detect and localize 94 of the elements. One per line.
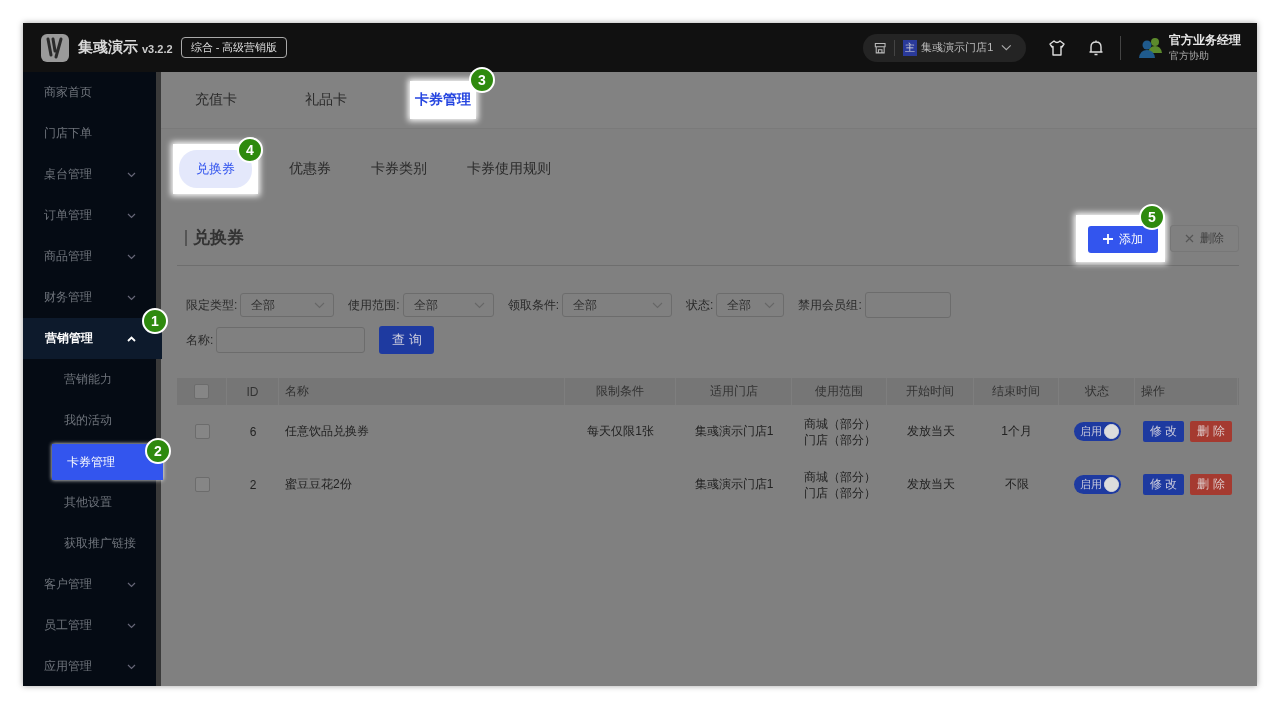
checkbox[interactable] <box>194 477 210 492</box>
status-toggle[interactable]: 启用 <box>1073 422 1121 441</box>
chevron-down-icon <box>127 622 136 629</box>
column-header: 结束时间 <box>974 378 1059 405</box>
user-name: 官方业务经理 <box>1169 32 1241 49</box>
edit-button[interactable]: 修 改 <box>1143 421 1185 442</box>
app-name: 集彧演示 <box>78 38 138 57</box>
step-badge: 4 <box>237 137 263 163</box>
table-cell: 6 <box>249 424 257 439</box>
chevron-up-icon <box>127 335 136 342</box>
table-cell: 1个月 <box>1001 423 1032 440</box>
sub-tab[interactable]: 卡券使用规则 <box>467 152 551 186</box>
sidebar-item[interactable]: 商家首页 <box>23 72 156 113</box>
search-button[interactable]: 查 询 <box>379 326 435 354</box>
sidebar-item[interactable]: 营销能力 <box>23 359 156 400</box>
sub-tab[interactable]: 优惠券 <box>289 152 331 186</box>
chevron-down-icon <box>127 663 136 670</box>
shirt-icon[interactable] <box>1048 38 1066 57</box>
column-header: 操作 <box>1135 378 1238 405</box>
column-header: 适用门店 <box>676 378 792 405</box>
sidebar-item[interactable]: 我的活动 <box>23 400 156 441</box>
column-header: ID <box>227 378 279 405</box>
edit-button[interactable]: 修 改 <box>1143 474 1185 495</box>
add-button[interactable]: 添加 <box>1088 225 1158 253</box>
status-toggle[interactable]: 启用 <box>1073 475 1121 494</box>
table-cell: 集彧演示门店1 <box>694 476 774 493</box>
users-icon <box>1139 36 1163 59</box>
table-cell: 门店（部分） <box>803 484 876 501</box>
table-cell: 集彧演示门店1 <box>694 423 774 440</box>
filter-label: 名称: <box>186 331 214 349</box>
table-cell: 不限 <box>1004 476 1029 493</box>
sidebar-item[interactable]: 应用管理 <box>23 646 156 686</box>
tab[interactable]: 充值卡 <box>190 81 242 119</box>
chevron-down-icon <box>127 581 136 588</box>
filter-label: 使用范围: <box>348 296 400 314</box>
column-header: 使用范围 <box>792 378 887 405</box>
chevron-down-icon <box>473 301 485 309</box>
filter-select[interactable]: 全部 <box>562 293 673 317</box>
sidebar-item[interactable]: 员工管理 <box>23 605 156 646</box>
logo-icon <box>40 32 70 63</box>
chevron-down-icon <box>764 301 776 309</box>
step-badge: 5 <box>1139 203 1165 230</box>
store-icon <box>874 40 887 55</box>
chevron-down-icon <box>127 294 136 301</box>
sub-tab[interactable]: 卡券类别 <box>371 152 427 186</box>
main-store-badge: 主 <box>903 39 918 56</box>
column-header: 状态 <box>1059 378 1135 405</box>
bell-icon[interactable] <box>1088 38 1104 57</box>
filter-label: 状态: <box>686 296 714 314</box>
delete-button[interactable]: 删 除 <box>1190 474 1232 495</box>
table-cell: 商城（部分） <box>803 468 876 485</box>
sidebar-item[interactable]: 客户管理 <box>23 564 156 605</box>
filter-label: 领取条件: <box>507 296 560 314</box>
sidebar-item[interactable]: 获取推广链接 <box>23 523 156 564</box>
chevron-down-icon <box>127 253 136 260</box>
filter-select[interactable]: 全部 <box>240 293 335 317</box>
table-cell: 发放当天 <box>906 476 955 493</box>
sidebar-item[interactable]: 桌台管理 <box>23 154 156 195</box>
user-role: 官方协助 <box>1169 49 1210 63</box>
sidebar-item[interactable]: 门店下单 <box>23 113 156 154</box>
plus-icon <box>1103 234 1113 244</box>
column-header: 开始时间 <box>887 378 974 405</box>
tab[interactable]: 卡券管理 <box>410 81 476 119</box>
table-cell: 门店（部分） <box>803 431 876 448</box>
store-selector[interactable]: 主 集彧演示门店1 <box>863 33 1026 62</box>
checkbox[interactable] <box>194 424 210 439</box>
chevron-down-icon <box>127 171 136 178</box>
sidebar-item[interactable]: 订单管理 <box>23 195 156 236</box>
table-cell: 蜜豆豆花2份 <box>285 476 352 493</box>
section-title: 兑换券 <box>185 230 244 246</box>
chevron-down-icon <box>652 301 664 309</box>
sidebar-item[interactable]: 其他设置 <box>23 482 156 523</box>
table-cell: 2 <box>249 477 257 492</box>
edition-badge: 综合 - 高级营销版 <box>180 37 288 58</box>
filter-select[interactable]: 全部 <box>716 293 785 317</box>
chevron-down-icon <box>127 212 136 219</box>
table-cell: 发放当天 <box>906 423 955 440</box>
close-icon <box>1185 233 1194 243</box>
delete-button[interactable]: 删 除 <box>1190 421 1232 442</box>
version-label: v3.2.2 <box>142 43 173 55</box>
table-cell: 每天仅限1张 <box>587 423 654 440</box>
column-header: 限制条件 <box>565 378 676 405</box>
sidebar-item[interactable]: 商品管理 <box>23 236 156 277</box>
checkbox[interactable] <box>194 384 209 399</box>
chevron-down-icon <box>1001 43 1012 52</box>
tab[interactable]: 礼品卡 <box>300 81 352 119</box>
filter-select[interactable]: 全部 <box>402 293 494 317</box>
filter-label: 禁用会员组: <box>798 296 862 314</box>
table-cell: 商城（部分） <box>803 415 876 432</box>
column-header: 名称 <box>279 378 565 405</box>
chevron-down-icon <box>314 301 326 309</box>
store-name: 集彧演示门店1 <box>921 40 994 55</box>
filter-label: 限定类型: <box>186 296 238 314</box>
table-cell: 任意饮品兑换券 <box>285 423 369 440</box>
